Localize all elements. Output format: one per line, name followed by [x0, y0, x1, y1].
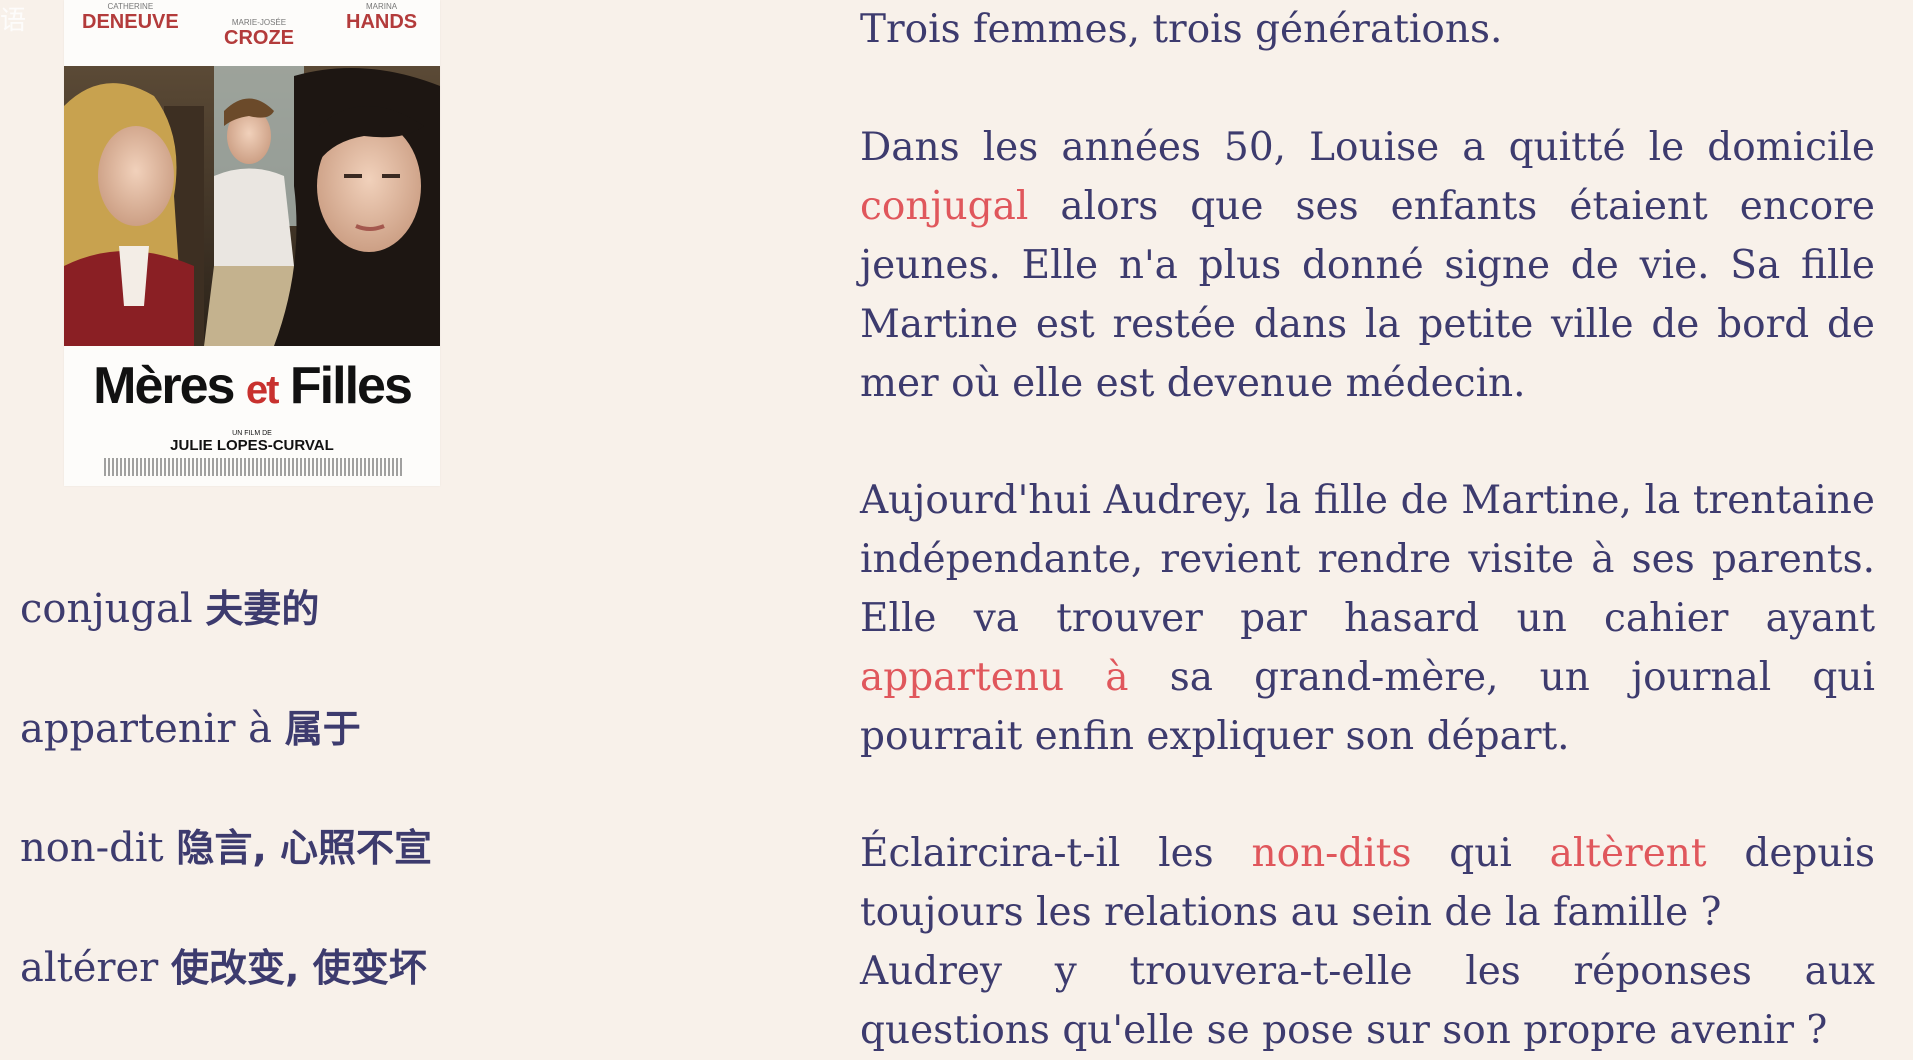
movie-poster: CATHERINE DENEUVE MARIE-JOSÉE CROZE MARINA…	[64, 0, 440, 486]
vocab-item: non-dit 隐言, 心照不宣	[20, 825, 432, 871]
poster-cast: CATHERINE DENEUVE MARIE-JOSÉE CROZE MARINA…	[64, 0, 440, 66]
poster-photo	[64, 66, 440, 346]
cast-name: MARIE-JOSÉE CROZE	[224, 18, 294, 49]
poster-director: UN FILM DE JULIE LOPES-CURVAL	[170, 430, 334, 454]
watermark: 语	[0, 6, 28, 36]
cast-name: MARINA HANDS	[346, 2, 418, 33]
paragraph-louise: Dans les années 50, Louise a quitté le d…	[860, 125, 1875, 406]
cast-name: CATHERINE DENEUVE	[82, 2, 179, 33]
highlight-term: altèrent	[1549, 831, 1707, 876]
paragraph-audrey: Aujourd'hui Audrey, la fille de Martine,…	[860, 478, 1875, 759]
paragraph-questions: Éclaircira-t-il les non-dits qui altèren…	[860, 831, 1876, 935]
paragraph-future: Audrey y trouvera-t-elle les réponses au…	[860, 949, 1875, 1053]
vocab-item: altérer 使改变, 使变坏	[20, 945, 427, 991]
vocab-item: appartenir à 属于	[20, 706, 361, 752]
highlight-term: conjugal	[860, 184, 1029, 229]
highlight-term: appartenu à	[860, 655, 1129, 700]
poster-credits	[104, 458, 404, 476]
paragraph-intro: Trois femmes, trois générations.	[860, 7, 1503, 52]
highlight-term: non-dits	[1251, 831, 1412, 876]
poster-title: Mères et Filles	[93, 357, 413, 415]
vocab-item: conjugal 夫妻的	[20, 586, 320, 632]
